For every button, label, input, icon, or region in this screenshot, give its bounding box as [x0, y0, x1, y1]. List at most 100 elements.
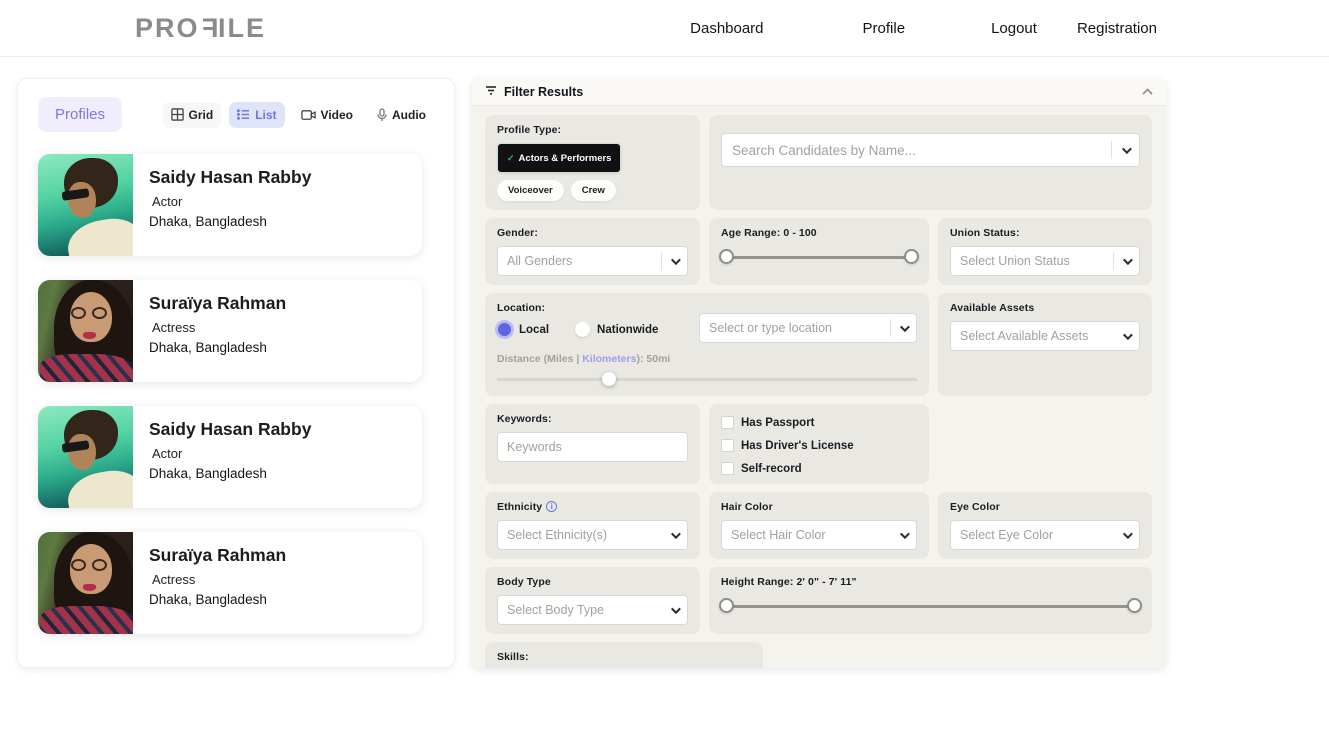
keywords-label: Keywords:: [497, 413, 688, 425]
kilometers-link[interactable]: Kilometers: [582, 353, 636, 365]
gender-label: Gender:: [497, 227, 688, 239]
profile-role: Actor: [152, 194, 311, 209]
body-type-select[interactable]: Select Body Type: [497, 595, 688, 625]
skills-label: Skills:: [497, 651, 751, 663]
available-assets-block: Available Assets Select Available Assets: [938, 293, 1152, 396]
keywords-block: Keywords:: [485, 404, 700, 484]
list-icon: [237, 108, 250, 121]
nav-link-profile[interactable]: Profile: [863, 20, 906, 37]
checkbox-icon: [721, 462, 734, 475]
profile-role: Actress: [152, 320, 286, 335]
profile-role: Actress: [152, 572, 286, 587]
hair-color-label: Hair Color: [721, 501, 917, 513]
hair-color-select[interactable]: Select Hair Color: [721, 520, 917, 550]
toggle-audio-view[interactable]: Audio: [369, 102, 434, 128]
toggle-list-view[interactable]: List: [229, 102, 284, 128]
union-status-label: Union Status:: [950, 227, 1140, 239]
check-icon: ✓: [507, 153, 515, 164]
height-range-slider: [721, 598, 1140, 614]
profile-photo: [38, 280, 133, 382]
distance-slider: [497, 371, 917, 387]
nav-link-dashboard[interactable]: Dashboard: [690, 20, 763, 37]
pill-crew[interactable]: Crew: [571, 180, 616, 201]
age-range-label: Age Range: 0 - 100: [721, 227, 917, 239]
documents-checkboxes-block: Has Passport Has Driver's License Self-r…: [709, 404, 929, 484]
ethnicity-block: Ethnicity i Select Ethnicity(s): [485, 492, 700, 559]
profile-location: Dhaka, Bangladesh: [149, 592, 286, 607]
filter-title: Filter Results: [504, 85, 583, 99]
profile-type-block: Profile Type: ✓ Actors & Performers Voic…: [485, 115, 700, 210]
height-min-handle[interactable]: [719, 598, 734, 613]
location-block: Location: Local Nationwide: [485, 293, 929, 396]
checkbox-icon: [721, 416, 734, 429]
keywords-input[interactable]: [497, 432, 688, 462]
age-range-block: Age Range: 0 - 100: [709, 218, 929, 285]
union-status-select[interactable]: Select Union Status: [950, 246, 1140, 276]
profile-name: Suraïya Rahman: [149, 545, 286, 566]
chevron-down-icon: [900, 322, 910, 332]
age-range-min-handle[interactable]: [719, 249, 734, 264]
union-status-block: Union Status: Select Union Status: [938, 218, 1152, 285]
profile-card[interactable]: Saidy Hasan Rabby Actor Dhaka, Banglades…: [38, 406, 422, 508]
checkbox-self-record[interactable]: Self-record: [721, 462, 917, 475]
toggle-video-label: Video: [321, 108, 353, 122]
age-range-slider: [721, 249, 917, 265]
profile-role: Actor: [152, 446, 311, 461]
gender-block: Gender: All Genders: [485, 218, 700, 285]
gender-select[interactable]: All Genders: [497, 246, 688, 276]
available-assets-label: Available Assets: [950, 302, 1140, 314]
profile-location: Dhaka, Bangladesh: [149, 214, 311, 229]
ethnicity-select[interactable]: Select Ethnicity(s): [497, 520, 688, 550]
filter-header[interactable]: Filter Results: [472, 78, 1166, 106]
chevron-down-icon: [1123, 255, 1133, 265]
app-logo[interactable]: PROFILE: [135, 13, 266, 44]
location-label: Location:: [497, 302, 689, 314]
profile-card-list: Saidy Hasan Rabby Actor Dhaka, Banglades…: [38, 154, 434, 634]
hair-color-block: Hair Color Select Hair Color: [709, 492, 929, 559]
profile-card[interactable]: Saidy Hasan Rabby Actor Dhaka, Banglades…: [38, 154, 422, 256]
eye-color-select[interactable]: Select Eye Color: [950, 520, 1140, 550]
profile-card[interactable]: Suraïya Rahman Actress Dhaka, Bangladesh: [38, 280, 422, 382]
checkbox-has-drivers-license[interactable]: Has Driver's License: [721, 439, 854, 452]
filter-panel: Filter Results Profile Type: ✓ Actors & …: [472, 78, 1166, 668]
profile-name: Saidy Hasan Rabby: [149, 419, 311, 440]
video-icon: [301, 109, 316, 121]
checkbox-icon: [721, 439, 734, 452]
body-type-label: Body Type: [497, 576, 688, 588]
radio-local[interactable]: Local: [497, 322, 549, 337]
toggle-video-view[interactable]: Video: [293, 102, 361, 128]
radio-nationwide[interactable]: Nationwide: [575, 322, 658, 337]
body-type-block: Body Type Select Body Type: [485, 567, 700, 634]
pill-voiceover[interactable]: Voiceover: [497, 180, 564, 201]
info-icon[interactable]: i: [546, 501, 557, 512]
profiles-panel: Profiles Grid List Video Audio: [17, 78, 455, 668]
pill-actors-performers[interactable]: ✓ Actors & Performers: [497, 143, 621, 173]
nav-links: Dashboard Profile Logout Registration: [690, 20, 1157, 37]
nav-link-registration[interactable]: Registration: [1077, 20, 1157, 37]
distance-handle[interactable]: [602, 372, 616, 386]
toggle-grid-view[interactable]: Grid: [163, 102, 222, 128]
profile-name: Suraïya Rahman: [149, 293, 286, 314]
chevron-down-icon: [900, 529, 910, 539]
ethnicity-label: Ethnicity: [497, 501, 542, 513]
profile-card[interactable]: Suraïya Rahman Actress Dhaka, Bangladesh: [38, 532, 422, 634]
checkbox-has-passport[interactable]: Has Passport: [721, 416, 815, 429]
page: PROFILE Dashboard Profile Logout Registr…: [0, 0, 1329, 746]
distance-label: Distance (Miles | Kilometers): 50mi: [497, 353, 917, 365]
toggle-audio-label: Audio: [392, 108, 426, 122]
profile-location: Dhaka, Bangladesh: [149, 466, 311, 481]
candidate-search-input[interactable]: [732, 143, 1101, 158]
eye-color-block: Eye Color Select Eye Color: [938, 492, 1152, 559]
age-range-max-handle[interactable]: [904, 249, 919, 264]
collapse-chevron-up-icon[interactable]: [1142, 88, 1153, 95]
nav-link-logout[interactable]: Logout: [991, 20, 1037, 37]
chevron-down-icon: [671, 255, 681, 265]
location-select[interactable]: Select or type location: [699, 313, 917, 343]
available-assets-select[interactable]: Select Available Assets: [950, 321, 1140, 351]
profile-name: Saidy Hasan Rabby: [149, 167, 311, 188]
chevron-down-icon: [1123, 330, 1133, 340]
height-max-handle[interactable]: [1127, 598, 1142, 613]
toggle-grid-label: Grid: [189, 108, 214, 122]
chevron-down-icon[interactable]: [1122, 144, 1132, 154]
toggle-list-label: List: [255, 108, 276, 122]
